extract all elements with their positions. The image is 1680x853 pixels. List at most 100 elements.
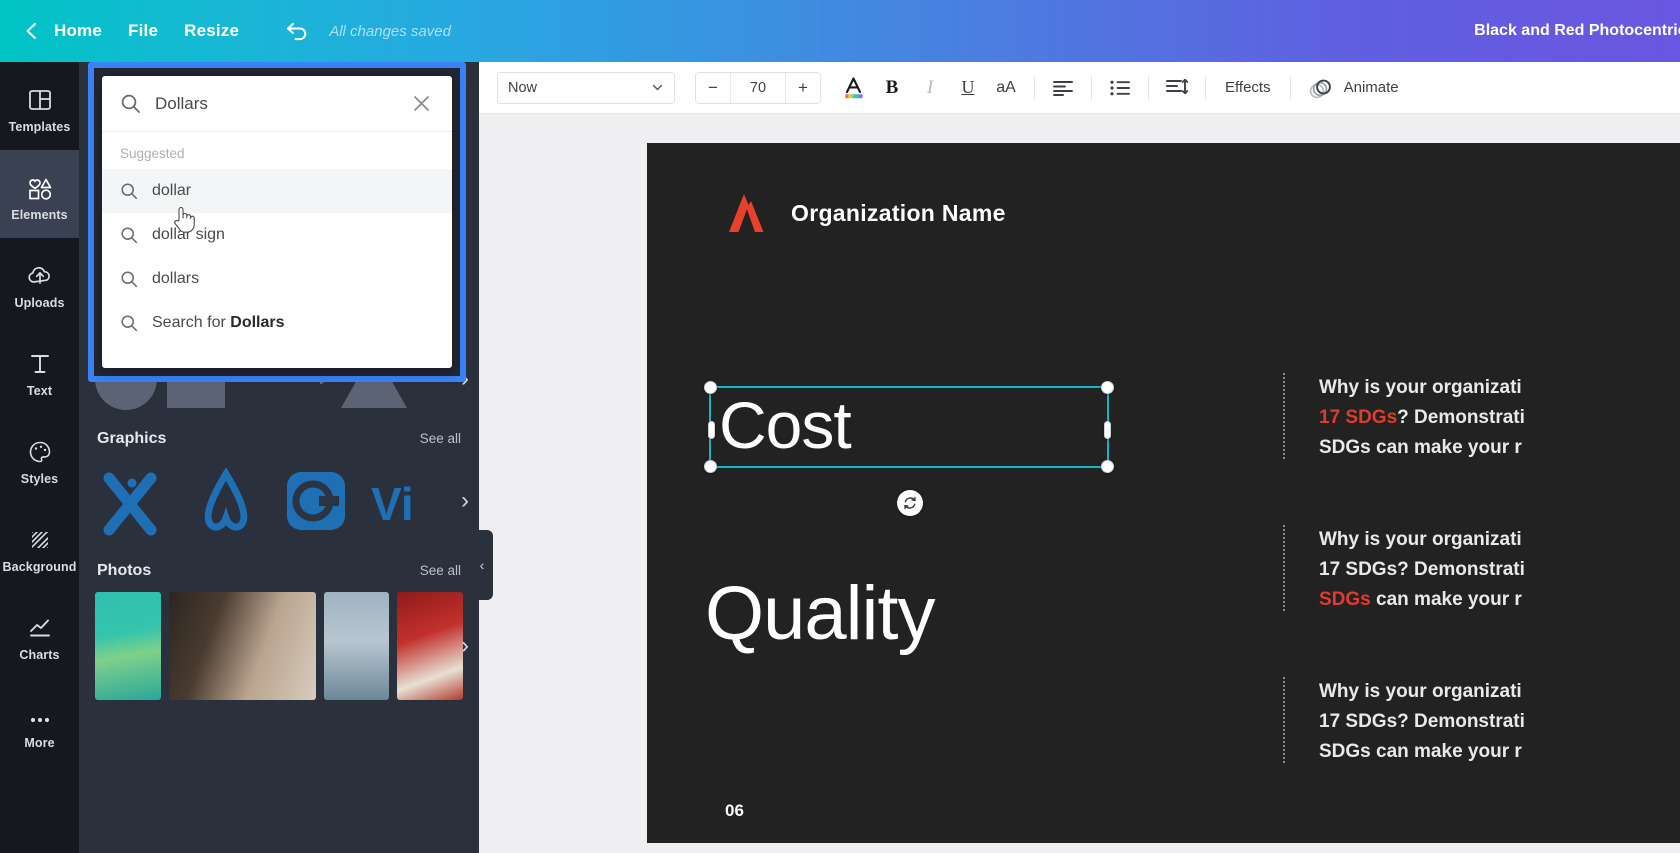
suggestion-item-dollars[interactable]: dollars xyxy=(102,257,452,301)
search-for-prefix: Search for xyxy=(152,314,231,331)
suggestion-label: dollars xyxy=(152,270,200,287)
top-navigation-bar: Home File Resize All changes saved Black… xyxy=(0,0,1680,62)
sidebar-item-background[interactable]: Background xyxy=(0,502,79,590)
quality-text[interactable]: Quality xyxy=(705,568,936,660)
chevron-right-icon[interactable]: › xyxy=(461,487,469,515)
canvas-scroll-area[interactable]: Organization Name TH Cost xyxy=(479,114,1680,853)
clear-search-button[interactable] xyxy=(408,91,434,117)
photo-thumbnail[interactable] xyxy=(323,592,390,700)
undo-button[interactable] xyxy=(281,16,315,46)
animate-button[interactable]: Animate xyxy=(1300,76,1407,100)
underline-label: U xyxy=(961,77,975,97)
search-input[interactable]: Dollars xyxy=(155,94,408,114)
sdg-block[interactable]: Why is your organizati 17 SDGs? Demonstr… xyxy=(1283,525,1680,615)
toolbar-divider xyxy=(1148,75,1149,100)
sidebar-item-templates[interactable]: Templates xyxy=(0,62,79,150)
panel-collapse-button[interactable]: ‹ xyxy=(471,530,493,600)
page-number: 06 xyxy=(725,801,744,820)
font-size-stepper: − 70 + xyxy=(695,71,821,104)
text-color-button[interactable] xyxy=(835,69,873,107)
selected-text-element[interactable]: Cost xyxy=(704,381,1114,516)
sidebar-item-uploads[interactable]: Uploads xyxy=(0,238,79,326)
sidebar-item-charts[interactable]: Charts xyxy=(0,590,79,678)
svg-text:Vi: Vi xyxy=(371,478,414,530)
line-spacing-button[interactable] xyxy=(1158,69,1196,107)
see-all-graphics[interactable]: See all xyxy=(420,431,461,446)
section-header-photos: Photos See all xyxy=(79,562,479,580)
line-chart-icon xyxy=(27,607,53,641)
bold-label: B xyxy=(885,76,899,98)
effects-button[interactable]: Effects xyxy=(1215,79,1281,96)
resize-handle-bottom-left[interactable] xyxy=(704,460,717,473)
search-icon xyxy=(121,271,138,288)
search-icon xyxy=(121,183,138,200)
photos-row: › xyxy=(79,592,479,700)
font-family-select[interactable]: Now xyxy=(497,71,675,104)
decrease-font-size-button[interactable]: − xyxy=(696,73,730,103)
chevron-down-icon xyxy=(652,84,663,91)
photo-thumbnail[interactable] xyxy=(168,592,316,700)
file-menu[interactable]: File xyxy=(128,21,158,41)
sdg-line-2: 17 SDGs? Demonstrati xyxy=(1319,711,1525,732)
document-title[interactable]: Black and Red Photocentric Civil S xyxy=(1474,22,1680,40)
text-align-button[interactable] xyxy=(1044,69,1082,107)
sidebar-item-more[interactable]: More xyxy=(0,678,79,766)
see-all-photos[interactable]: See all xyxy=(420,563,461,578)
bullet-list-button[interactable] xyxy=(1101,69,1139,107)
quality-text-element[interactable]: Quality xyxy=(705,568,936,660)
sdg-block[interactable]: Why is your organizati 17 SDGs? Demonstr… xyxy=(1283,677,1680,767)
photo-thumbnail[interactable] xyxy=(397,592,464,700)
sdg-line-3: SDGs can make your r xyxy=(1319,585,1525,615)
rotate-handle[interactable] xyxy=(897,490,923,516)
graphic-item[interactable] xyxy=(275,460,357,542)
resize-handle-middle-right[interactable] xyxy=(1103,421,1111,439)
toolbar-divider xyxy=(1289,75,1291,100)
search-for-term: Dollars xyxy=(230,314,285,331)
palette-icon xyxy=(27,431,53,465)
bold-button[interactable]: B xyxy=(873,69,911,107)
photo-thumbnail[interactable] xyxy=(95,592,161,700)
search-icon xyxy=(121,315,138,332)
increase-font-size-button[interactable]: + xyxy=(786,73,820,103)
home-menu[interactable]: Home xyxy=(54,21,102,41)
background-hatch-icon xyxy=(27,519,53,553)
search-input-row[interactable]: Dollars xyxy=(102,76,452,132)
graphic-item[interactable] xyxy=(185,460,267,542)
resize-handle-bottom-right[interactable] xyxy=(1101,460,1114,473)
sdg-line-1: Why is your organizati xyxy=(1319,529,1522,550)
red-a-logo xyxy=(729,194,764,232)
save-status: All changes saved xyxy=(329,22,451,40)
sdg-block[interactable]: Why is your organizati 17 SDGs? Demonstr… xyxy=(1283,373,1680,463)
sdg-red-phrase: 17 SDGs xyxy=(1319,407,1398,428)
organization-header[interactable]: Organization Name xyxy=(725,191,1006,235)
sidebar-item-styles[interactable]: Styles xyxy=(0,414,79,502)
organization-name: Organization Name xyxy=(791,199,1006,226)
sidebar-label-more: More xyxy=(24,735,55,750)
sidebar-item-elements[interactable]: Elements xyxy=(0,150,79,238)
italic-label: I xyxy=(926,76,934,98)
text-case-button[interactable]: aA xyxy=(987,69,1025,107)
suggested-label: Suggested xyxy=(120,146,185,161)
sdg-line-2: 17 SDGs? Demonstrati xyxy=(1319,403,1525,433)
back-button[interactable] xyxy=(18,17,46,45)
resize-handle-middle-left[interactable] xyxy=(707,421,715,439)
sdg-text-column: Why is your organizati 17 SDGs? Demonstr… xyxy=(1283,373,1680,829)
sidebar-item-text[interactable]: Text xyxy=(0,326,79,414)
resize-menu[interactable]: Resize xyxy=(184,21,239,41)
suggestion-item-dollar[interactable]: dollar xyxy=(102,169,452,213)
resize-handle-top-right[interactable] xyxy=(1101,381,1114,394)
search-for-query-item[interactable]: Search for Dollars xyxy=(102,301,452,345)
sdg-paragraph: Why is your organizati 17 SDGs? Demonstr… xyxy=(1319,677,1525,767)
templates-icon xyxy=(27,79,53,113)
selection-bounding-box xyxy=(704,381,1114,473)
chevron-right-icon[interactable]: › xyxy=(461,632,469,660)
font-size-input[interactable]: 70 xyxy=(730,72,786,103)
resize-handle-top-left[interactable] xyxy=(704,381,717,394)
graphic-item[interactable] xyxy=(95,460,177,542)
italic-button[interactable]: I xyxy=(911,69,949,107)
graphic-item[interactable]: Vi xyxy=(365,460,447,542)
design-page[interactable]: Organization Name TH Cost xyxy=(647,143,1680,843)
sidebar-label-elements: Elements xyxy=(11,207,68,222)
underline-button[interactable]: U xyxy=(949,69,987,107)
suggestion-item-dollar-sign[interactable]: dollar sign xyxy=(102,213,452,257)
